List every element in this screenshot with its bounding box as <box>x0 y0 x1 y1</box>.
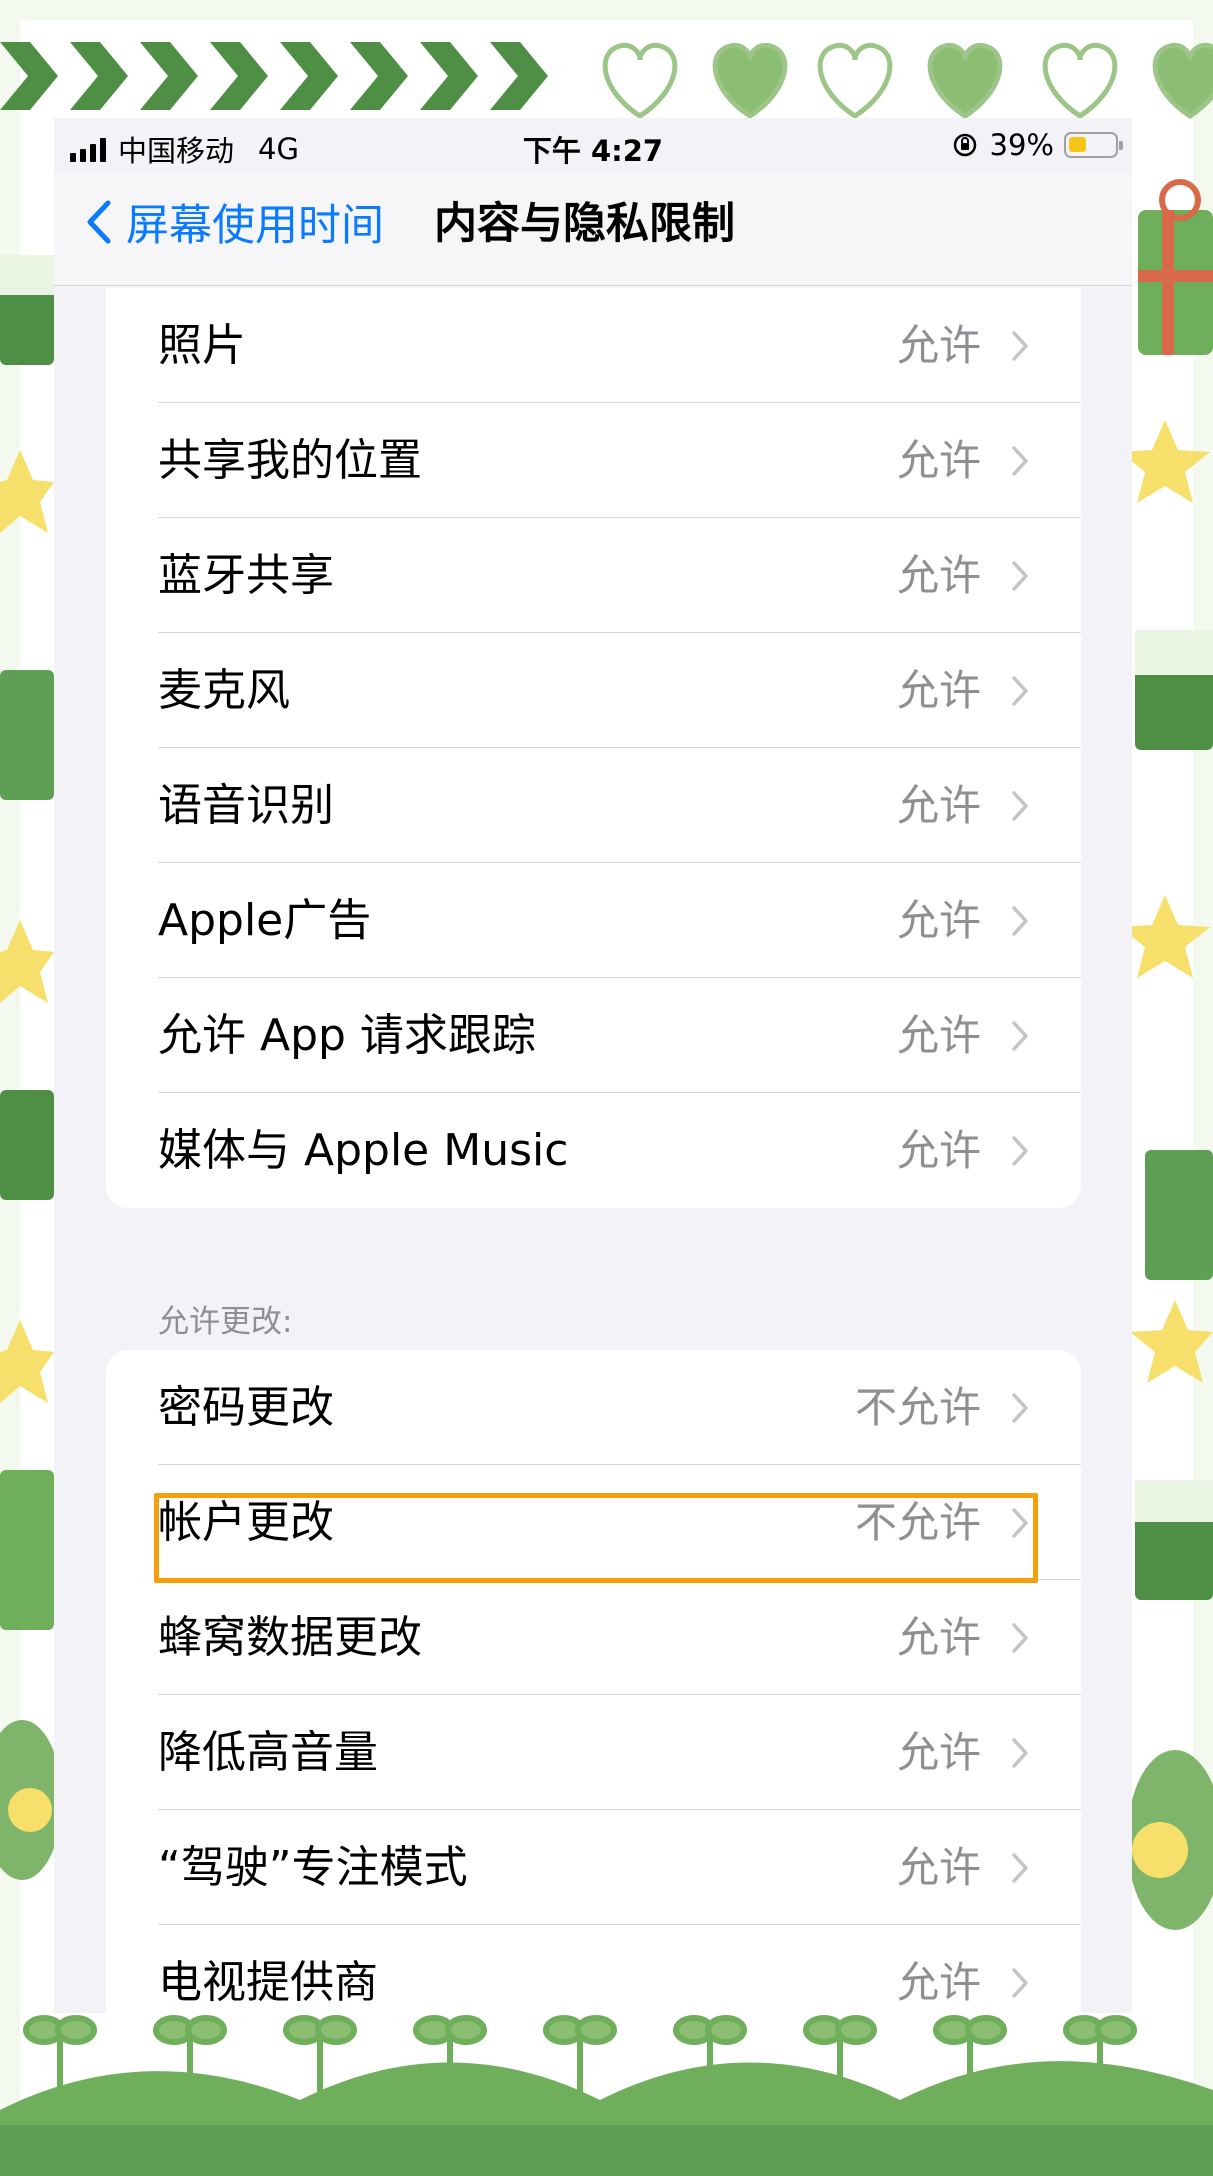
row-value: 允许 <box>896 666 981 715</box>
row-label: “驾驶”专注模式 <box>158 1842 468 1893</box>
chevron-right-icon <box>1012 791 1028 821</box>
phone-screen: 中国移动 4G 下午 4:27 39% 屏幕使用时间 内容与隐私限制 照片 允许… <box>54 118 1132 2013</box>
row-value: 允许 <box>896 321 981 370</box>
settings-row[interactable]: 照片 允许 <box>106 288 1081 403</box>
chevron-right-icon <box>1012 1738 1028 1768</box>
row-value: 允许 <box>896 1728 981 1777</box>
settings-row[interactable]: 蜂窝数据更改 允许 <box>106 1580 1081 1695</box>
chevron-right-icon <box>1012 1968 1028 1998</box>
chevron-right-icon <box>1012 1393 1028 1423</box>
row-value: 允许 <box>896 1843 981 1892</box>
orientation-lock-icon <box>953 133 976 157</box>
back-button[interactable]: 屏幕使用时间 <box>84 192 384 252</box>
row-label: 蓝牙共享 <box>158 550 334 601</box>
settings-row[interactable]: 麦克风 允许 <box>106 633 1081 748</box>
chevron-right-icon <box>1012 906 1028 936</box>
row-value: 允许 <box>896 436 981 485</box>
settings-row[interactable]: 密码更改 不允许 <box>106 1350 1081 1465</box>
row-label: 降低高音量 <box>158 1727 378 1778</box>
battery-fill <box>1069 137 1086 152</box>
chevron-right-icon <box>1012 676 1028 706</box>
navigation-bar: 屏幕使用时间 内容与隐私限制 <box>54 174 1132 286</box>
settings-row[interactable]: 共享我的位置 允许 <box>106 403 1081 518</box>
chevron-right-icon <box>1012 561 1028 591</box>
settings-row[interactable]: Apple广告 允许 <box>106 863 1081 978</box>
row-value: 允许 <box>896 1613 981 1662</box>
row-value: 允许 <box>896 781 981 830</box>
settings-row[interactable]: 允许 App 请求跟踪 允许 <box>106 978 1081 1093</box>
row-label: 媒体与 Apple Music <box>158 1125 569 1176</box>
battery-icon <box>1064 132 1123 158</box>
settings-row[interactable]: 降低高音量 允许 <box>106 1695 1081 1810</box>
settings-group-privacy: 照片 允许 共享我的位置 允许 蓝牙共享 允许 麦克风 允许 语音识别 允许 Apple广告 允许 允许… <box>106 288 1081 1208</box>
settings-row[interactable]: “驾驶”专注模式 允许 <box>106 1810 1081 1925</box>
settings-row[interactable]: 蓝牙共享 允许 <box>106 518 1081 633</box>
chevron-right-icon <box>1012 1021 1028 1051</box>
row-value: 允许 <box>896 896 981 945</box>
back-button-label: 屏幕使用时间 <box>126 201 384 251</box>
row-value: 允许 <box>896 551 981 600</box>
page-title: 内容与隐私限制 <box>434 199 735 249</box>
highlight-box <box>154 1493 1038 1583</box>
chevron-right-icon <box>1012 1136 1028 1166</box>
row-value: 允许 <box>896 1126 981 1175</box>
section-header-allow-changes: 允许更改: <box>158 1304 293 1340</box>
settings-row[interactable]: 媒体与 Apple Music 允许 <box>106 1093 1081 1208</box>
chevron-right-icon <box>1012 1623 1028 1653</box>
chevron-left-icon <box>87 200 111 244</box>
battery-percentage: 39% <box>989 128 1054 162</box>
row-label: 语音识别 <box>158 780 334 831</box>
row-value: 允许 <box>896 1011 981 1060</box>
status-bar: 中国移动 4G 下午 4:27 39% <box>54 118 1132 174</box>
chevron-right-icon <box>1012 331 1028 361</box>
row-label: 共享我的位置 <box>158 435 422 486</box>
settings-row[interactable]: 电视提供商 允许 <box>106 1925 1081 2013</box>
row-label: 允许 App 请求跟踪 <box>158 1010 536 1061</box>
row-label: 电视提供商 <box>158 1957 378 2008</box>
row-value: 允许 <box>896 1958 981 2007</box>
status-right: 39% <box>952 128 1123 162</box>
row-label: 照片 <box>158 320 246 371</box>
settings-row[interactable]: 语音识别 允许 <box>106 748 1081 863</box>
chevron-right-icon <box>1012 446 1028 476</box>
row-label: 麦克风 <box>158 665 290 716</box>
battery-cap <box>1119 141 1123 150</box>
settings-group-allow-changes: 密码更改 不允许 帐户更改 不允许 蜂窝数据更改 允许 降低高音量 允许 “驾驶”专注模式 允许电… <box>106 1350 1081 2013</box>
row-value: 不允许 <box>854 1383 981 1432</box>
chevron-right-icon <box>1012 1853 1028 1883</box>
row-label: 蜂窝数据更改 <box>158 1612 422 1663</box>
row-label: 密码更改 <box>158 1382 334 1433</box>
row-label: Apple广告 <box>158 895 372 946</box>
